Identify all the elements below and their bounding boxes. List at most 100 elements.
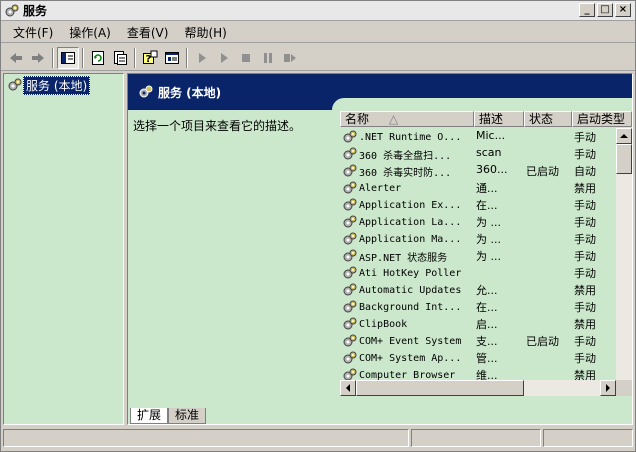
start-service-alt-button[interactable] <box>213 47 235 69</box>
vertical-scroll-thumb[interactable] <box>616 144 632 174</box>
refresh-button[interactable] <box>87 47 109 69</box>
tree-item-services-local[interactable]: 服务 (本地) <box>7 75 91 95</box>
services-list[interactable]: 名称 △ 描述 状态 启动类型 .NET Runtime O... Mic... 手… <box>340 110 632 408</box>
service-row[interactable]: Application Ex... 在... 手动 <box>340 196 616 213</box>
service-row[interactable]: ASP.NET 状态服务 为 ... 手动 <box>340 247 616 264</box>
service-name: ClipBook <box>359 318 408 330</box>
service-description: 在... <box>476 301 498 314</box>
status-cell <box>3 429 409 447</box>
column-header-name[interactable]: 名称 △ <box>340 111 474 127</box>
back-button[interactable] <box>5 47 27 69</box>
service-name: Application Ma... <box>359 233 462 245</box>
service-gear-icon <box>343 317 357 330</box>
console-tree: 服务 (本地) <box>3 73 124 425</box>
header-curve <box>332 98 632 110</box>
service-startup-type: 手动 <box>574 335 596 348</box>
restart-service-button[interactable] <box>279 47 301 69</box>
service-startup-type: 禁用 <box>574 284 596 297</box>
service-name-cell: Alerter <box>342 180 472 196</box>
gears-icon <box>139 85 153 98</box>
service-row[interactable]: Application Ma... 为 ... 手动 <box>340 230 616 247</box>
service-description: Mic... <box>476 129 506 142</box>
service-row[interactable]: COM+ System Ap... 管... 手动 <box>340 349 616 366</box>
service-row[interactable]: 360 杀毒实时防... 360... 已启动 自动 <box>340 162 616 179</box>
view-tabs: 扩展 标准 <box>130 408 207 424</box>
status-bar <box>1 427 635 449</box>
column-header-description[interactable]: 描述 <box>474 111 524 127</box>
menu-action[interactable]: 操作(A) <box>61 24 119 41</box>
play-icon <box>199 52 206 63</box>
tab-standard[interactable]: 标准 <box>168 408 207 424</box>
help-button[interactable]: ? <box>139 47 161 69</box>
show-tree-button[interactable] <box>57 46 79 69</box>
column-header-startup-type[interactable]: 启动类型 <box>572 111 632 127</box>
service-name-cell: 360 杀毒全盘扫... <box>342 146 472 162</box>
service-startup-type: 手动 <box>574 301 596 314</box>
show-tree-icon <box>61 51 75 64</box>
service-row[interactable]: 360 杀毒全盘扫... scan 手动 <box>340 145 616 162</box>
service-row[interactable]: Application La... 为 ... 手动 <box>340 213 616 230</box>
service-gear-icon <box>343 198 357 211</box>
window-title: 服务 <box>23 4 48 18</box>
service-row[interactable]: .NET Runtime O... Mic... 手动 <box>340 128 616 145</box>
service-name-cell: Background Int... <box>342 299 472 315</box>
scroll-left-button[interactable] <box>340 380 356 396</box>
toolbar: ? <box>1 45 635 71</box>
service-row[interactable]: Automatic Updates 允... 禁用 <box>340 281 616 298</box>
service-startup-type: 自动 <box>574 165 596 178</box>
export-list-button[interactable] <box>109 47 131 69</box>
title-bar[interactable]: 服务 _ □ × <box>1 1 635 21</box>
service-name: ASP.NET 状态服务 <box>359 252 448 264</box>
list-header: 名称 △ 描述 状态 启动类型 <box>340 111 632 127</box>
service-startup-type: 禁用 <box>574 182 596 195</box>
service-row[interactable]: COM+ Event System 支... 已启动 手动 <box>340 332 616 349</box>
properties-button[interactable] <box>161 47 183 69</box>
pause-service-button[interactable] <box>257 47 279 69</box>
restart-icon <box>284 53 296 62</box>
service-description: 为 ... <box>476 216 501 229</box>
tab-extended[interactable]: 扩展 <box>130 408 169 424</box>
horizontal-scrollbar[interactable] <box>340 380 616 396</box>
service-row[interactable]: Background Int... 在... 手动 <box>340 298 616 315</box>
service-description: 360... <box>476 163 508 176</box>
toolbar-separator <box>52 47 54 68</box>
start-service-button[interactable] <box>191 47 213 69</box>
service-description: scan <box>476 146 502 159</box>
menu-help[interactable]: 帮助(H) <box>176 24 234 41</box>
service-gear-icon <box>343 334 357 347</box>
vertical-scrollbar[interactable] <box>616 128 632 396</box>
service-row[interactable]: Alerter 通... 禁用 <box>340 179 616 196</box>
back-arrow-icon <box>10 52 22 63</box>
menu-view[interactable]: 查看(V) <box>119 24 177 41</box>
service-description: 允... <box>476 284 498 297</box>
horizontal-scroll-thumb[interactable] <box>356 380 524 396</box>
service-name: Computer Browser <box>359 369 456 381</box>
scroll-right-button[interactable] <box>600 380 616 396</box>
properties-icon <box>165 51 179 64</box>
service-name: Alerter <box>359 182 402 194</box>
service-gear-icon <box>343 266 357 279</box>
service-row[interactable]: Ati HotKey Poller 手动 <box>340 264 616 281</box>
minimize-button[interactable]: _ <box>579 3 595 17</box>
service-startup-type: 手动 <box>574 267 596 280</box>
services-window: 服务 _ □ × 文件(F) 操作(A) 查看(V) 帮助(H) ? 服务 (本… <box>0 0 636 452</box>
service-name-cell: Application Ex... <box>342 197 472 213</box>
stop-service-button[interactable] <box>235 47 257 69</box>
forward-button[interactable] <box>27 47 49 69</box>
menu-file[interactable]: 文件(F) <box>5 24 61 41</box>
maximize-button[interactable]: □ <box>597 3 613 17</box>
help-icon: ? <box>143 50 158 65</box>
list-body: .NET Runtime O... Mic... 手动 360 杀毒全盘扫... sca… <box>340 128 616 396</box>
service-startup-type: 禁用 <box>574 318 596 331</box>
service-name-cell: Application Ma... <box>342 231 472 247</box>
column-header-status[interactable]: 状态 <box>524 111 572 127</box>
close-button[interactable]: × <box>615 3 631 17</box>
service-gear-icon <box>343 164 357 177</box>
export-list-icon <box>114 50 127 65</box>
service-row[interactable]: ClipBook 启... 禁用 <box>340 315 616 332</box>
service-name: Automatic Updates <box>359 284 462 296</box>
scroll-up-button[interactable] <box>616 128 632 144</box>
service-name: Application Ex... <box>359 199 462 211</box>
menu-bar: 文件(F) 操作(A) 查看(V) 帮助(H) <box>1 23 635 43</box>
service-name-cell: ClipBook <box>342 316 472 332</box>
